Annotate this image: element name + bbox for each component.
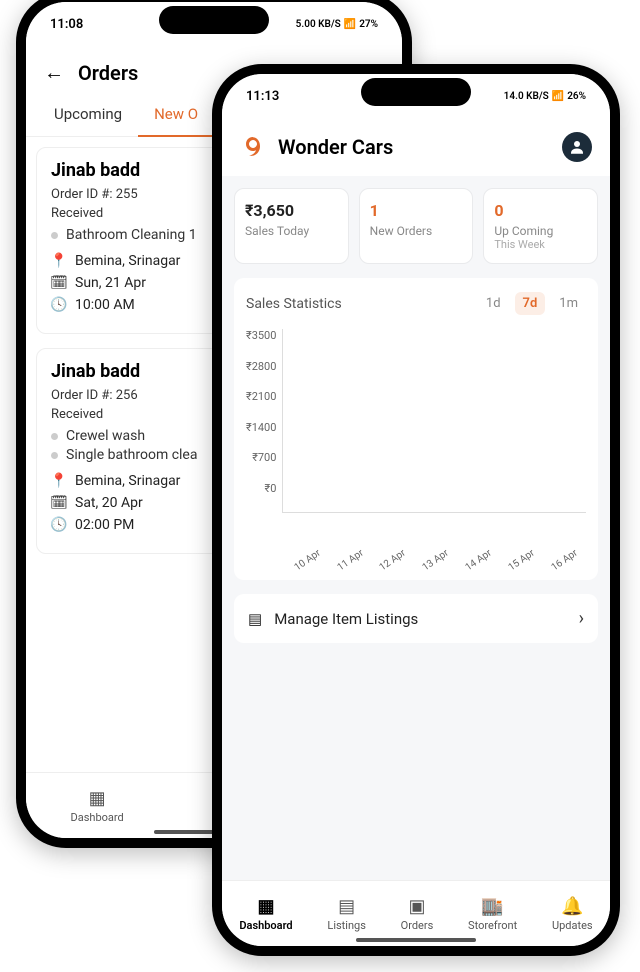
store-name: Wonder Cars: [278, 135, 550, 159]
range-7d[interactable]: 7d: [515, 292, 546, 315]
page-title: Orders: [78, 61, 138, 85]
status-bar: 11:13 14.0 KB/S 📶 26%: [222, 74, 610, 118]
chart-y-axis: ₹3500 ₹2800 ₹2100 ₹1400 ₹700 ₹0: [246, 329, 282, 513]
status-battery: 26%: [567, 91, 586, 102]
chart-x-axis: 10 Apr11 Apr12 Apr13 Apr14 Apr15 Apr16 A…: [246, 555, 586, 566]
x-tick: 11 Apr: [335, 548, 365, 574]
nav-storefront[interactable]: 🏬Storefront: [468, 896, 517, 932]
clock-icon: 🕓: [51, 297, 67, 313]
status-battery: 27%: [359, 19, 378, 30]
panel-title: Sales Statistics: [246, 296, 342, 312]
dashboard-header: Wonder Cars: [222, 118, 610, 176]
grid-icon: ▦: [257, 896, 274, 917]
dashboard-body: ₹3,650 Sales Today 1 New Orders 0 Up Com…: [222, 176, 610, 880]
range-picker: 1d 7d 1m: [478, 292, 586, 315]
stat-label: New Orders: [370, 224, 463, 238]
brand-logo-icon: [240, 134, 266, 160]
store-icon: 🏬: [481, 896, 503, 917]
stat-sales-today[interactable]: ₹3,650 Sales Today: [234, 188, 349, 264]
home-indicator[interactable]: [356, 938, 476, 942]
link-label: Manage Item Listings: [274, 610, 418, 628]
range-1d[interactable]: 1d: [478, 292, 509, 315]
stats-row: ₹3,650 Sales Today 1 New Orders 0 Up Com…: [234, 188, 598, 264]
x-tick: 14 Apr: [464, 548, 494, 574]
stat-value: ₹3,650: [245, 201, 338, 220]
manage-listings-link[interactable]: ▤ Manage Item Listings ›: [234, 594, 598, 643]
sales-bar-chart: ₹3500 ₹2800 ₹2100 ₹1400 ₹700 ₹0: [246, 329, 586, 549]
stat-label: Up Coming: [494, 224, 587, 238]
status-bar: 11:08 5.00 KB/S 📶 27%: [26, 2, 402, 46]
stat-value: 0: [494, 201, 587, 220]
grid-icon: ▦: [89, 788, 106, 809]
list-icon: ▤: [248, 610, 262, 628]
nav-listings[interactable]: ▤Listings: [327, 896, 365, 932]
stat-value: 1: [370, 201, 463, 220]
nav-orders[interactable]: ▣Orders: [401, 896, 434, 932]
status-net: 14.0 KB/S: [504, 91, 549, 102]
pin-icon: 📍: [51, 473, 67, 489]
back-arrow-icon[interactable]: ←: [44, 60, 64, 85]
nav-dashboard[interactable]: ▦Dashboard: [239, 896, 292, 932]
nav-updates[interactable]: 🔔Updates: [552, 896, 593, 932]
notch: [159, 6, 269, 34]
status-right: 14.0 KB/S 📶 26%: [504, 91, 586, 102]
nav-dashboard[interactable]: ▦Dashboard: [71, 788, 124, 824]
calendar-icon: 🗓: [51, 495, 67, 511]
x-tick: 12 Apr: [378, 548, 408, 574]
status-time: 11:08: [50, 17, 83, 32]
x-tick: 13 Apr: [421, 548, 451, 574]
sales-statistics-panel: Sales Statistics 1d 7d 1m ₹3500 ₹2800 ₹2…: [234, 278, 598, 580]
stat-upcoming[interactable]: 0 Up Coming This Week: [483, 188, 598, 264]
stat-label: Sales Today: [245, 224, 338, 238]
pin-icon: 📍: [51, 253, 67, 269]
x-tick: 15 Apr: [507, 548, 537, 574]
chart-plot-area: [282, 329, 586, 513]
status-time: 11:13: [246, 89, 279, 104]
x-tick: 10 Apr: [292, 548, 322, 574]
notch: [361, 78, 471, 106]
stat-sublabel: This Week: [494, 238, 587, 251]
status-right: 5.00 KB/S 📶 27%: [296, 19, 378, 30]
tab-upcoming[interactable]: Upcoming: [38, 95, 138, 136]
x-tick: 16 Apr: [549, 548, 579, 574]
bell-icon: 🔔: [561, 896, 583, 917]
phone-dashboard: 11:13 14.0 KB/S 📶 26% Wonder Cars ₹3,650…: [212, 64, 620, 956]
chevron-right-icon: ›: [579, 608, 584, 629]
calendar-icon: 🗓: [51, 275, 67, 291]
tab-new-orders[interactable]: New O: [138, 95, 214, 137]
stat-new-orders[interactable]: 1 New Orders: [359, 188, 474, 264]
clipboard-icon: ▣: [408, 896, 425, 917]
clock-icon: 🕓: [51, 517, 67, 533]
range-1m[interactable]: 1m: [551, 292, 586, 315]
bottom-nav: ▦Dashboard ▤Listings ▣Orders 🏬Storefront…: [222, 880, 610, 946]
status-net: 5.00 KB/S: [296, 19, 341, 30]
profile-button[interactable]: [562, 132, 592, 162]
list-icon: ▤: [338, 896, 355, 917]
